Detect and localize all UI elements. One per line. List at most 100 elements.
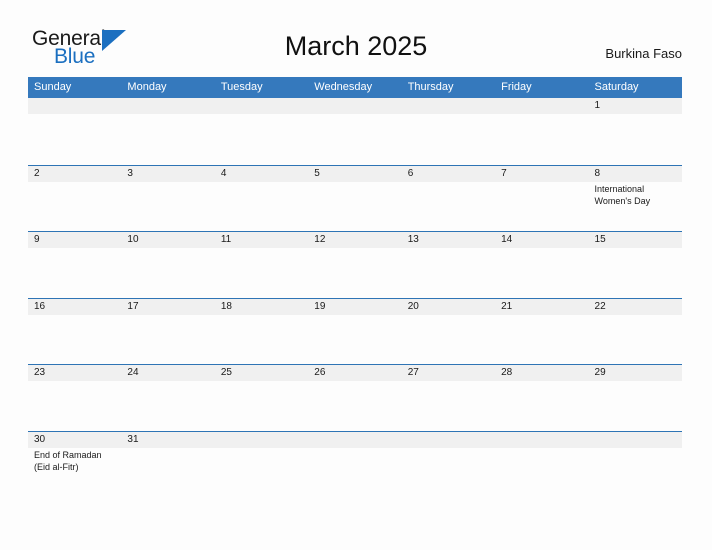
day-number: 5	[314, 167, 320, 179]
weekday-header-saturday: Saturday	[594, 81, 639, 93]
day-number-band	[308, 165, 402, 182]
day-cell-5[interactable]: 5	[308, 165, 402, 231]
day-number-band	[308, 98, 402, 114]
day-number-band	[214, 431, 309, 448]
day-cell-empty	[308, 98, 402, 165]
country-label: Burkina Faso	[605, 46, 682, 61]
day-event-text: End of Ramadan	[34, 449, 102, 460]
day-number: 23	[34, 367, 46, 378]
day-number-band	[495, 165, 589, 182]
day-cell-27[interactable]: 27	[401, 365, 496, 431]
day-number: 22	[594, 300, 606, 312]
day-number: 1	[594, 100, 601, 111]
day-cell-empty	[214, 98, 309, 165]
day-number-band	[28, 232, 122, 248]
day-cell-empty	[121, 98, 215, 165]
day-number: 28	[501, 367, 513, 378]
day-cell-30[interactable]: 30 End of Ramadan (Eid al-Fitr)	[28, 431, 122, 497]
day-cell-23[interactable]: 23	[28, 365, 122, 431]
weekday-header-row: Sunday Monday Tuesday Wednesday Thursday Frid…	[28, 77, 682, 98]
day-number-band	[308, 431, 402, 448]
day-cell-9[interactable]: 9	[28, 232, 122, 298]
day-cell-21[interactable]: 21	[495, 298, 589, 364]
day-event-text: (Eid al-Fitr)	[34, 462, 79, 472]
day-number: 18	[220, 300, 232, 312]
day-event-list: End of Ramadan (Eid al-Fitr)	[34, 449, 117, 474]
day-number: 20	[407, 300, 419, 312]
day-cell-16[interactable]: 16	[28, 298, 122, 364]
day-cell-17[interactable]: 17	[121, 298, 215, 364]
day-cell-4[interactable]: 4	[214, 165, 309, 231]
day-cell-24[interactable]: 24	[121, 365, 215, 431]
day-cell-26[interactable]: 26	[308, 365, 402, 431]
day-cell-empty	[214, 431, 309, 497]
day-cell-7[interactable]: 7	[495, 165, 589, 231]
day-cell-18[interactable]: 18	[214, 298, 309, 364]
day-number-band	[401, 165, 496, 182]
page-header: General Blue March 2025 Burkina Faso	[0, 0, 712, 76]
day-number-band	[28, 165, 122, 182]
day-number: 14	[501, 234, 513, 245]
day-cell-14[interactable]: 14	[495, 232, 589, 298]
day-cell-6[interactable]: 6	[401, 165, 496, 231]
day-number-band	[214, 98, 309, 114]
day-event-text: Women's Day	[594, 196, 651, 206]
day-number: 30	[34, 433, 46, 445]
day-number: 13	[407, 234, 419, 245]
weekday-header-friday: Friday	[501, 81, 532, 93]
day-cell-13[interactable]: 13	[401, 232, 496, 298]
day-number-band	[588, 431, 682, 448]
day-cell-empty	[401, 431, 496, 497]
day-number: 21	[501, 300, 513, 312]
day-cell-empty	[308, 431, 402, 497]
day-event-list: International Women's Day	[595, 183, 678, 208]
day-event-text: International	[594, 183, 645, 194]
day-cell-10[interactable]: 10	[121, 232, 215, 298]
day-number-band	[588, 165, 682, 182]
day-cell-25[interactable]: 25	[214, 365, 309, 431]
day-cell-28[interactable]: 28	[495, 365, 589, 431]
day-cell-19[interactable]: 19	[308, 298, 402, 364]
day-number-band	[495, 431, 589, 448]
calendar-week-row: 16 17 18 19 20 21 22	[28, 297, 682, 364]
day-number: 15	[594, 234, 606, 245]
day-cell-11[interactable]: 11	[214, 232, 309, 298]
day-number: 11	[220, 234, 232, 245]
day-number-band	[121, 165, 215, 182]
day-cell-22[interactable]: 22	[588, 298, 682, 364]
day-number: 26	[314, 367, 326, 378]
weekday-header-thursday: Thursday	[407, 81, 454, 93]
day-cell-empty	[588, 431, 682, 497]
day-cell-8[interactable]: 8 International Women's Day	[588, 165, 682, 231]
calendar-weeks: 1 2 3 4 5 6 7 8 International Women's Day 9 10 11 12 1…	[28, 98, 682, 497]
weekday-header-wednesday: Wednesday	[314, 81, 373, 93]
day-cell-12[interactable]: 12	[308, 232, 402, 298]
day-cell-29[interactable]: 29	[588, 365, 682, 431]
day-cell-2[interactable]: 2	[28, 165, 122, 231]
day-cell-3[interactable]: 3	[121, 165, 215, 231]
day-number: 4	[220, 167, 227, 179]
day-number: 2	[34, 167, 40, 179]
day-number: 10	[127, 234, 139, 245]
day-cell-1[interactable]: 1	[588, 98, 682, 165]
day-cell-empty	[401, 98, 496, 165]
weekday-header-monday: Monday	[127, 81, 167, 93]
day-number-band	[401, 431, 496, 448]
calendar-week-row: 30 End of Ramadan (Eid al-Fitr) 31	[28, 430, 682, 497]
day-cell-empty	[28, 98, 122, 165]
day-number: 24	[127, 367, 139, 378]
weekday-header-tuesday: Tuesday	[220, 81, 263, 93]
day-number: 16	[34, 300, 46, 312]
day-number-band	[588, 98, 682, 114]
day-number-band	[495, 98, 589, 114]
day-cell-15[interactable]: 15	[588, 232, 682, 298]
day-number-band	[214, 165, 309, 182]
day-cell-20[interactable]: 20	[401, 298, 496, 364]
day-number: 17	[127, 300, 139, 312]
day-number: 9	[34, 234, 40, 245]
day-number: 31	[127, 433, 139, 445]
day-cell-empty	[495, 98, 589, 165]
day-number: 3	[127, 167, 133, 179]
day-cell-31[interactable]: 31	[121, 431, 215, 497]
calendar-week-row: 9 10 11 12 13 14 15	[28, 231, 682, 298]
